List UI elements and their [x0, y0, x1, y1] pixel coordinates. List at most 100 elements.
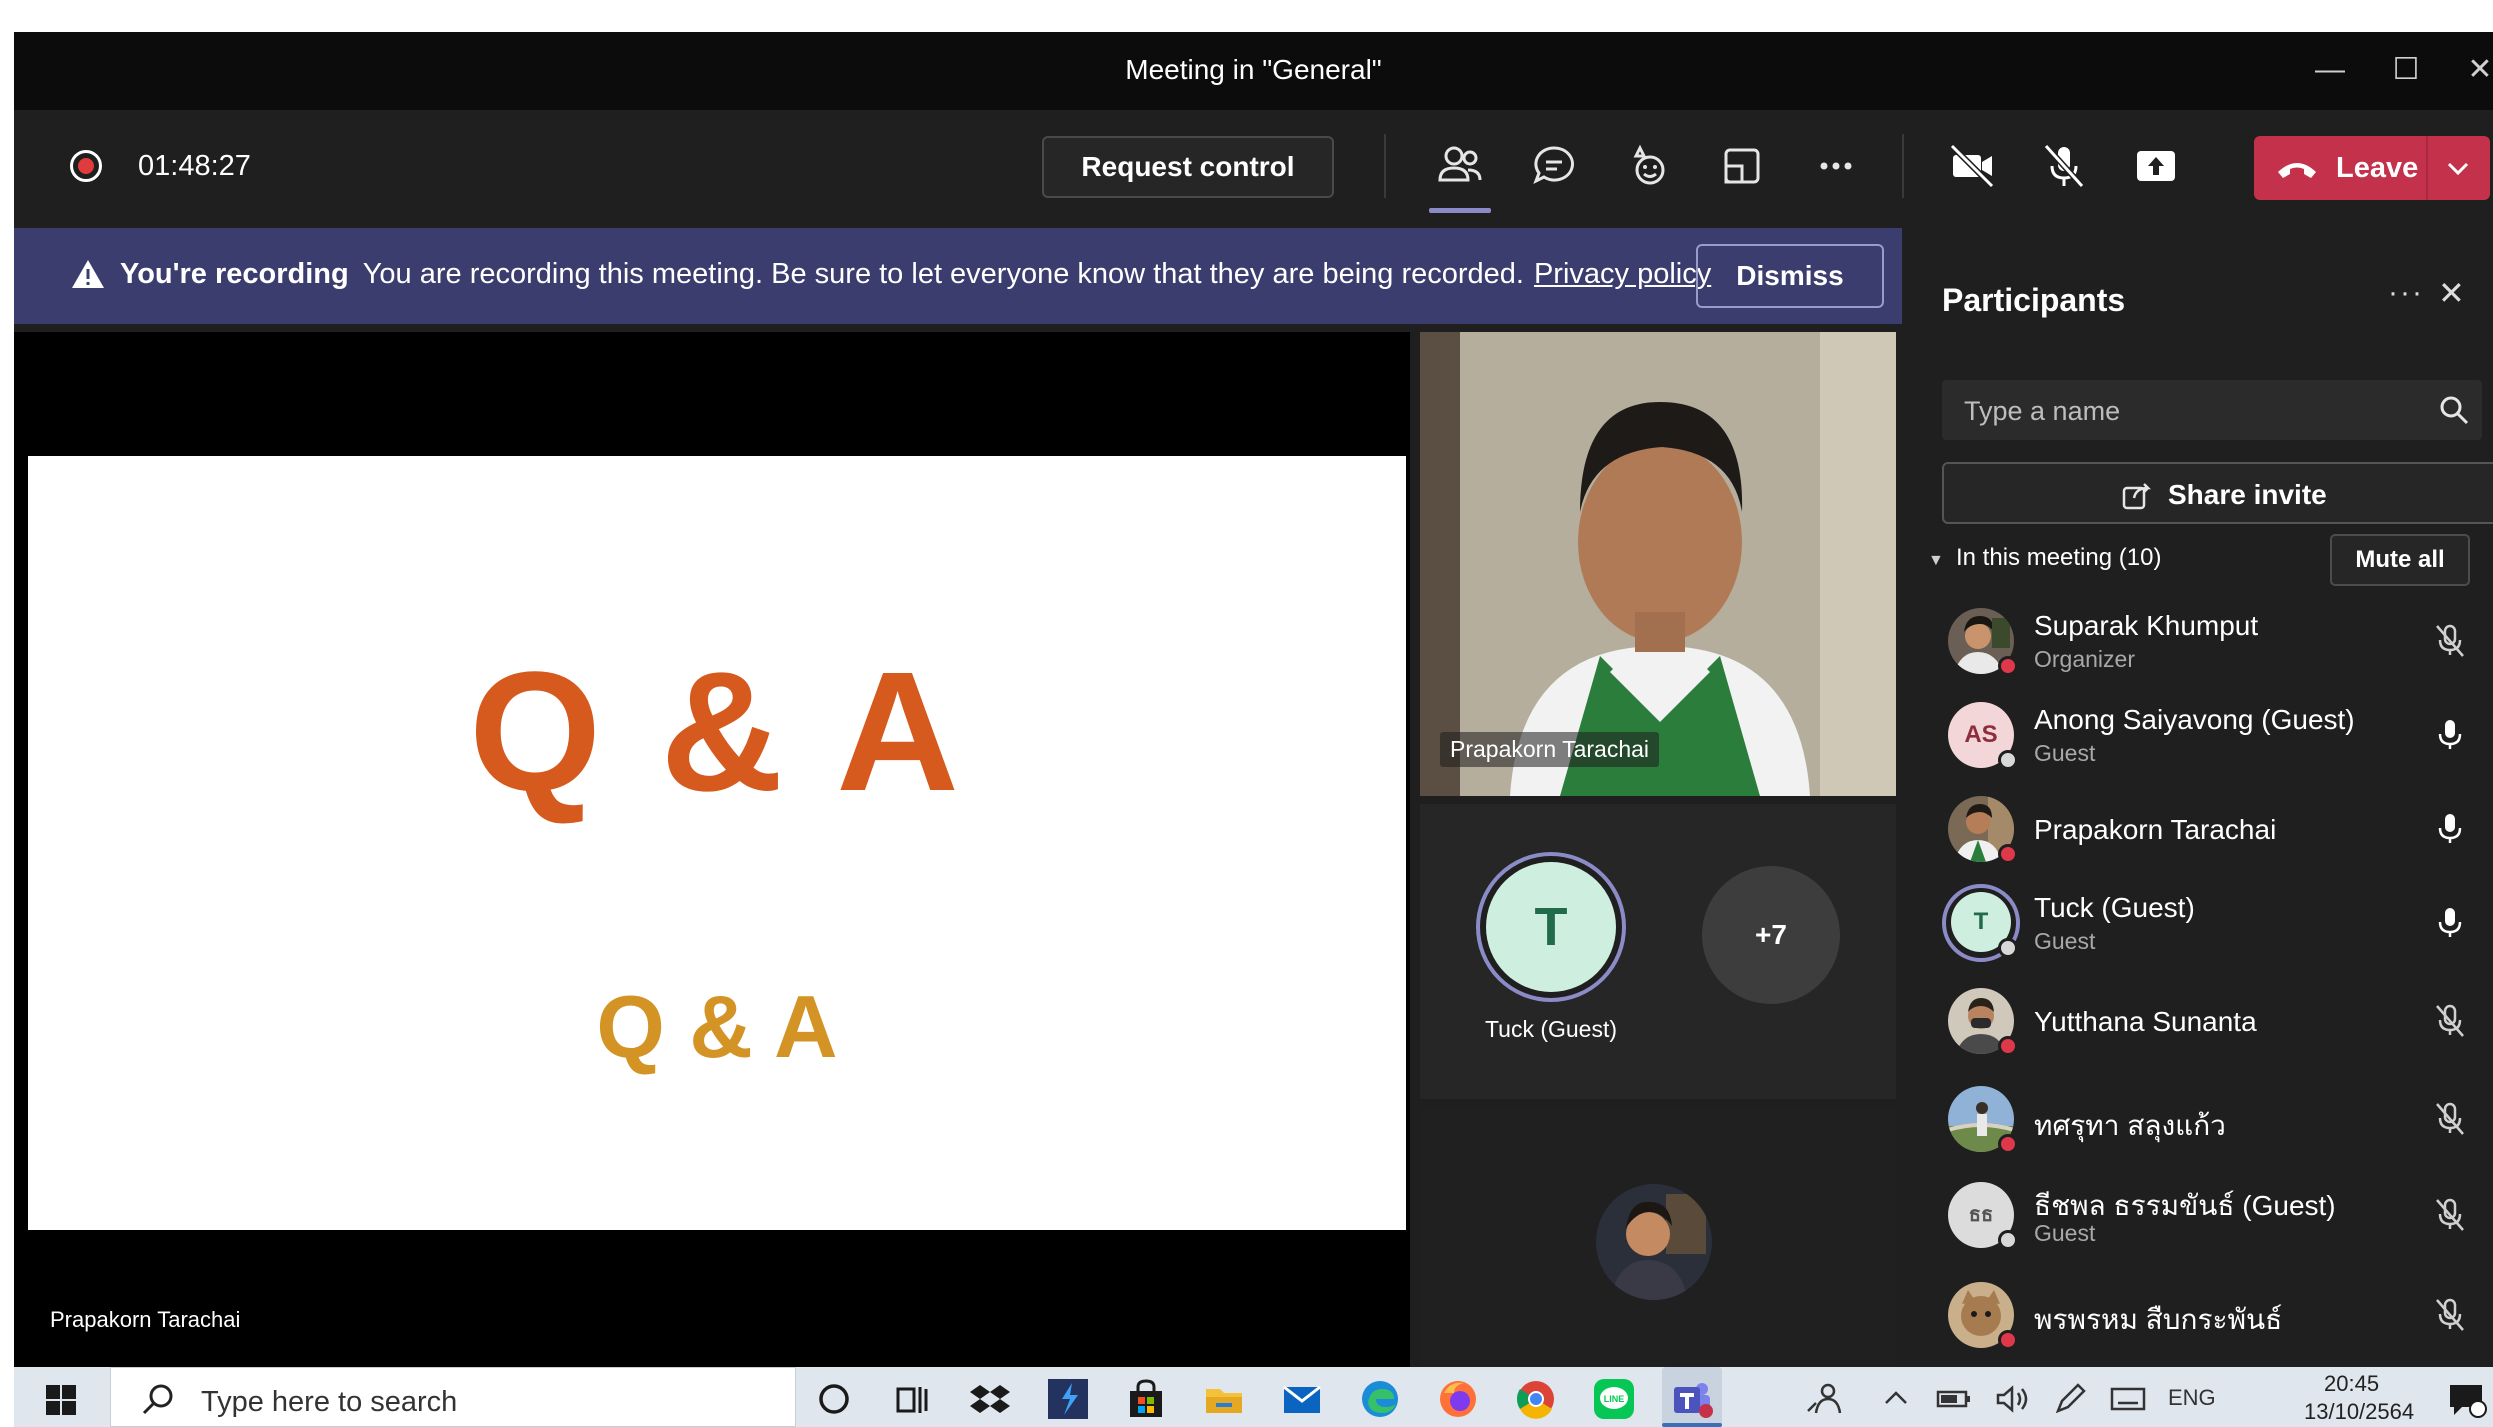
recording-banner: You're recording You are recording this m… — [14, 228, 1902, 324]
mic-off-icon[interactable] — [2430, 1000, 2470, 1040]
language-indicator[interactable]: ENG — [2168, 1385, 2216, 1411]
participant-row[interactable]: ทศรุทา สลุงแก้ว — [1910, 1074, 2493, 1164]
notifications-icon[interactable] — [2444, 1377, 2488, 1421]
windows-start-icon[interactable] — [44, 1383, 78, 1417]
camera-off-icon[interactable] — [1944, 138, 2000, 194]
active-app-indicator — [1662, 1423, 1722, 1427]
mic-off-icon[interactable] — [2430, 1294, 2470, 1334]
dropbox-icon[interactable] — [968, 1377, 1012, 1421]
participant-row[interactable]: Suparak Khumput Organizer — [1910, 596, 2493, 686]
keyboard-icon[interactable] — [2106, 1377, 2150, 1421]
warning-icon — [72, 260, 104, 288]
more-icon[interactable]: ··· — [2388, 276, 2424, 310]
teams-icon[interactable] — [1670, 1377, 1714, 1421]
close-icon[interactable]: ✕ — [2438, 274, 2465, 312]
people-icon[interactable] — [1432, 138, 1488, 194]
status-badge — [1998, 844, 2018, 864]
participant-role: Guest — [2034, 740, 2096, 766]
chevron-down-icon[interactable] — [2444, 156, 2472, 180]
cortana-icon[interactable] — [812, 1377, 856, 1421]
search-placeholder: Type a name — [1964, 396, 2121, 426]
more-icon[interactable] — [1808, 138, 1864, 194]
edge-icon[interactable] — [1358, 1377, 1402, 1421]
store-icon[interactable] — [1124, 1377, 1168, 1421]
teams-meeting-window: Meeting in "General" — ☐ ✕ 01:48:27 Requ… — [14, 32, 2493, 1367]
visual-studio-icon[interactable] — [1046, 1377, 1090, 1421]
video-participant-name: Prapakorn Tarachai — [1440, 732, 1660, 767]
taskbar-search-input[interactable]: Type here to search — [110, 1367, 796, 1427]
clock-time[interactable]: 20:45 — [2324, 1371, 2379, 1397]
toolbar-divider — [1902, 134, 1904, 198]
active-tab-indicator — [1429, 208, 1491, 213]
clock-date[interactable]: 13/10/2564 — [2304, 1399, 2414, 1425]
hang-up-icon — [2278, 163, 2316, 178]
dismiss-button[interactable]: Dismiss — [1696, 244, 1884, 308]
participant-row[interactable]: AS Anong Saiyavong (Guest) Guest — [1910, 690, 2493, 780]
privacy-policy-link[interactable]: Privacy policy — [1534, 258, 1711, 290]
participant-name: Suparak Khumput — [2034, 610, 2259, 641]
participant-row[interactable]: Prapakorn Tarachai — [1910, 784, 2493, 874]
chat-icon[interactable] — [1526, 138, 1582, 194]
search-input[interactable]: Type a name — [1942, 380, 2482, 440]
more-participants-button[interactable]: +7 — [1702, 866, 1840, 1004]
firefox-icon[interactable] — [1436, 1377, 1480, 1421]
participant-name: พรพรหม สืบกระพันธ์ — [2034, 1304, 2283, 1335]
task-view-icon[interactable] — [890, 1377, 934, 1421]
window-title: Meeting in "General" — [1125, 54, 1382, 85]
avatar[interactable]: T — [1476, 852, 1626, 1002]
presentation-slide: Q & A Q & A — [28, 456, 1406, 1230]
status-badge — [1998, 938, 2018, 958]
participant-row[interactable]: Yutthana Sunanta — [1910, 976, 2493, 1066]
participant-row[interactable]: ธธ ธีชพล ธรรมขันธ์ (Guest) Guest — [1910, 1170, 2493, 1260]
search-icon[interactable] — [2438, 394, 2470, 426]
mic-icon[interactable] — [2430, 808, 2470, 848]
section-label[interactable]: In this meeting (10) — [1956, 544, 2161, 572]
participant-video-feed — [1420, 332, 1896, 796]
tuck-initial: T — [1486, 862, 1616, 992]
status-badge — [1998, 656, 2018, 676]
line-icon[interactable]: LINE — [1592, 1377, 1636, 1421]
participant-role: Guest — [2034, 928, 2096, 954]
mail-icon[interactable] — [1280, 1377, 1324, 1421]
reactions-icon[interactable] — [1620, 138, 1676, 194]
share-icon — [2122, 483, 2152, 510]
volume-icon[interactable] — [1990, 1377, 2034, 1421]
status-badge — [1998, 1230, 2018, 1250]
panel-title: Participants — [1942, 282, 2126, 318]
self-view-tile — [1420, 1108, 1896, 1367]
maximize-icon[interactable]: ☐ — [2386, 50, 2426, 90]
mic-off-icon[interactable] — [2430, 620, 2470, 660]
participant-row[interactable]: T Tuck (Guest) Guest — [1910, 878, 2493, 968]
banner-title: You're recording — [120, 258, 349, 290]
pen-icon[interactable] — [2048, 1377, 2092, 1421]
recording-indicator-icon — [70, 150, 102, 182]
participant-name: ทศรุทา สลุงแก้ว — [2034, 1110, 2226, 1141]
mic-off-icon[interactable] — [2430, 1194, 2470, 1234]
close-icon[interactable]: ✕ — [2460, 50, 2493, 90]
mic-icon[interactable] — [2430, 714, 2470, 754]
chevron-up-icon[interactable] — [1874, 1377, 1918, 1421]
participant-video-tile[interactable]: Prapakorn Tarachai — [1420, 332, 1896, 796]
meeting-timer: 01:48:27 — [138, 150, 251, 182]
file-explorer-icon[interactable] — [1202, 1377, 1246, 1421]
mic-off-icon[interactable] — [2036, 138, 2092, 194]
leave-button[interactable]: Leave — [2254, 136, 2490, 200]
battery-icon[interactable] — [1932, 1377, 1976, 1421]
mic-off-icon[interactable] — [2430, 1098, 2470, 1138]
request-control-button[interactable]: Request control — [1042, 136, 1334, 198]
chrome-icon[interactable] — [1514, 1377, 1558, 1421]
minimize-icon[interactable]: — — [2310, 50, 2350, 90]
slide-title: Q & A — [469, 637, 965, 827]
mic-icon[interactable] — [2430, 902, 2470, 942]
people-icon[interactable] — [1802, 1377, 1846, 1421]
participants-panel: Participants ··· ✕ Type a name Share inv… — [1910, 220, 2493, 1367]
collapse-caret-icon[interactable]: ▼ — [1928, 552, 1944, 570]
share-tray-icon[interactable] — [2128, 138, 2184, 194]
search-icon — [142, 1384, 173, 1415]
participant-role: Guest — [2034, 1220, 2096, 1246]
rooms-icon[interactable] — [1714, 138, 1770, 194]
banner-message: You are recording this meeting. Be sure … — [362, 258, 1524, 290]
share-invite-button[interactable]: Share invite — [1942, 462, 2493, 524]
mute-all-button[interactable]: Mute all — [2330, 534, 2470, 586]
participant-row[interactable]: พรพรหม สืบกระพันธ์ — [1910, 1270, 2493, 1367]
